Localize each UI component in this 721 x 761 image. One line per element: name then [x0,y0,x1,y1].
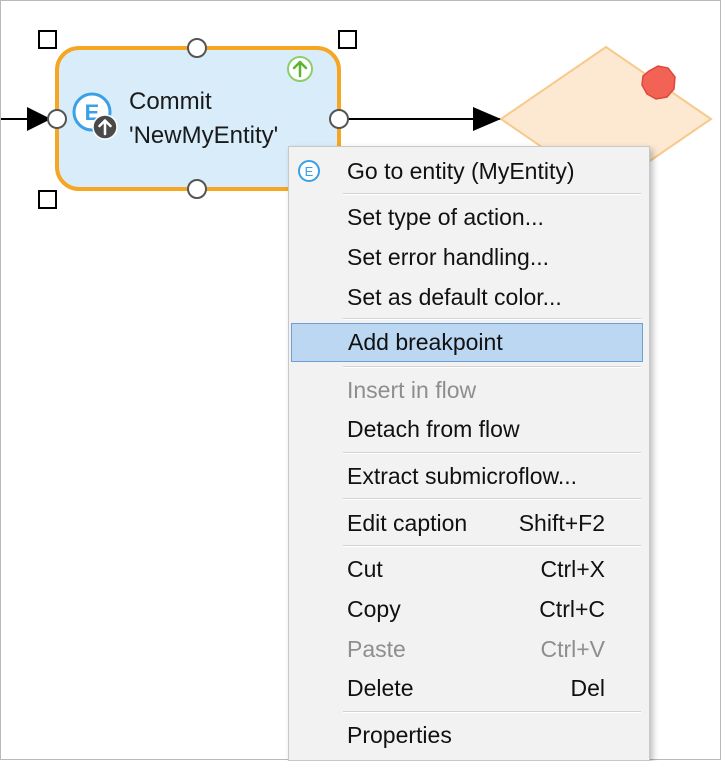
connection-point-left[interactable] [47,109,67,129]
outgoing-arrowhead [473,107,501,131]
menu-item-label: Properties [347,721,452,748]
menu-item-label: Add breakpoint [348,329,503,355]
menu-item-copy[interactable]: Copy Ctrl+C [291,590,643,628]
menu-item-label: Edit caption [347,509,468,536]
menu-separator [343,193,641,195]
activity-caption-line1: Commit [129,88,212,115]
menu-item-detach-from-flow[interactable]: Detach from flow [291,410,643,448]
menu-separator [343,498,641,500]
menu-item-shortcut: Ctrl+C [539,595,605,622]
commit-status-icon [287,56,313,82]
menu-item-shortcut: Ctrl+X [540,555,605,582]
error-indicator-dot [641,65,676,100]
menu-separator [343,545,641,547]
menu-item-extract-submicroflow[interactable]: Extract submicroflow... [291,457,643,495]
menu-separator [343,318,641,320]
activity-caption: Commit 'NewMyEntity' [129,85,329,153]
entity-icon: E [298,160,320,182]
menu-item-insert-in-flow[interactable]: Insert in flow [291,371,643,409]
menu-item-paste[interactable]: Paste Ctrl+V [291,630,643,668]
menu-item-label: Delete [347,674,414,701]
context-menu: E Go to entity (MyEntity) Set type of ac… [288,146,650,761]
resize-handle-bottom-left[interactable] [38,190,57,209]
menu-item-label: Cut [347,555,383,582]
menu-item-label: Detach from flow [347,415,520,442]
menu-item-shortcut: Ctrl+V [540,635,605,662]
menu-separator [343,366,641,368]
resize-handle-top-right[interactable] [338,30,357,49]
menu-item-set-type-of-action[interactable]: Set type of action... [291,198,643,236]
menu-item-set-error-handling[interactable]: Set error handling... [291,238,643,276]
menu-item-delete[interactable]: Delete Del [291,669,643,707]
commit-overlay-icon [92,114,118,140]
menu-item-label: Go to entity (MyEntity) [347,157,575,184]
menu-item-label: Insert in flow [347,376,477,403]
menu-item-cut[interactable]: Cut Ctrl+X [291,550,643,588]
menu-separator [343,711,641,713]
menu-item-edit-caption[interactable]: Edit caption Shift+F2 [291,504,643,542]
menu-item-go-to-entity[interactable]: E Go to entity (MyEntity) [291,152,643,190]
menu-item-add-breakpoint[interactable]: Add breakpoint [291,323,643,362]
svg-text:E: E [305,164,314,179]
connection-point-top[interactable] [187,38,207,58]
menu-item-properties[interactable]: Properties [291,716,643,754]
menu-item-label: Set as default color... [347,283,562,310]
menu-item-label: Set type of action... [347,203,544,230]
connection-point-right[interactable] [329,109,349,129]
resize-handle-top-left[interactable] [38,30,57,49]
connection-point-bottom[interactable] [187,179,207,199]
menu-item-shortcut: Del [570,674,605,701]
menu-item-label: Copy [347,595,401,622]
menu-item-label: Set error handling... [347,243,550,270]
menu-item-shortcut: Shift+F2 [518,509,605,536]
menu-item-label: Extract submicroflow... [347,462,578,489]
menu-separator [343,452,641,454]
menu-item-label: Paste [347,635,406,662]
menu-item-set-default-color[interactable]: Set as default color... [291,278,643,316]
microflow-editor: E Commit 'NewMyEntity' E Go to entity (M… [0,0,721,761]
